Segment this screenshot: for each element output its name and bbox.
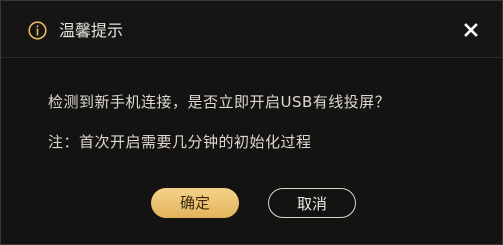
cancel-button[interactable]: 取消 [268,188,356,218]
info-circle-icon [28,21,47,40]
prompt-dialog: 温馨提示 检测到新手机连接，是否立即开启USB有线投屏？ 注：首次开启需要几分钟… [0,0,503,245]
dialog-titlebar: 温馨提示 [1,1,502,58]
confirm-button[interactable]: 确定 [151,188,239,218]
dialog-title: 温馨提示 [59,21,124,40]
close-icon[interactable] [461,20,481,40]
dialog-note: 注：首次开启需要几分钟的初始化过程 [48,133,312,151]
dialog-message: 检测到新手机连接，是否立即开启USB有线投屏？ [48,93,391,111]
